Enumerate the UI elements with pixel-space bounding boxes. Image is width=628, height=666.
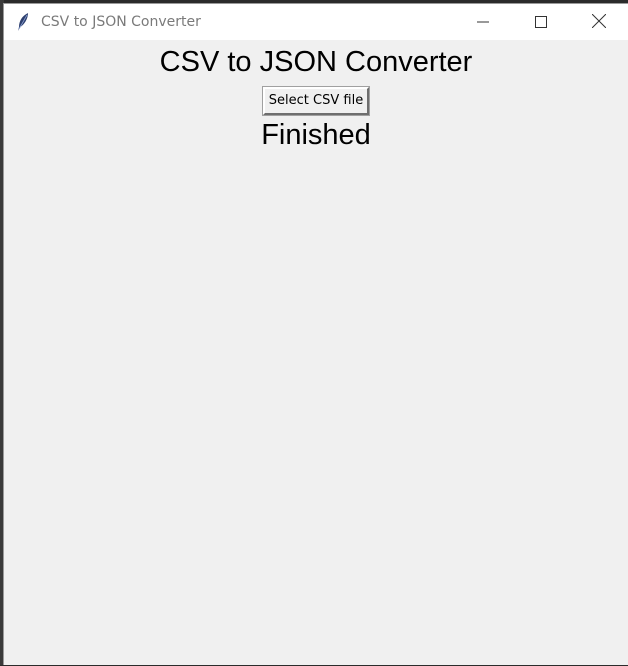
select-csv-file-button[interactable]: Select CSV file bbox=[261, 86, 371, 116]
close-icon bbox=[591, 13, 607, 32]
tk-feather-icon bbox=[15, 12, 31, 32]
client-area: CSV to JSON Converter Select CSV file Fi… bbox=[4, 40, 628, 666]
minimize-icon bbox=[477, 13, 489, 32]
window-controls bbox=[454, 4, 628, 40]
maximize-button[interactable] bbox=[512, 4, 570, 40]
window-title: CSV to JSON Converter bbox=[41, 14, 201, 30]
close-button[interactable] bbox=[570, 4, 628, 40]
page-title: CSV to JSON Converter bbox=[159, 46, 473, 78]
maximize-icon bbox=[535, 13, 547, 32]
app-window: CSV to JSON Converter CSV to JSON Conver… bbox=[3, 3, 628, 665]
title-bar[interactable]: CSV to JSON Converter bbox=[4, 4, 628, 40]
status-label: Finished bbox=[261, 119, 371, 151]
minimize-button[interactable] bbox=[454, 4, 512, 40]
